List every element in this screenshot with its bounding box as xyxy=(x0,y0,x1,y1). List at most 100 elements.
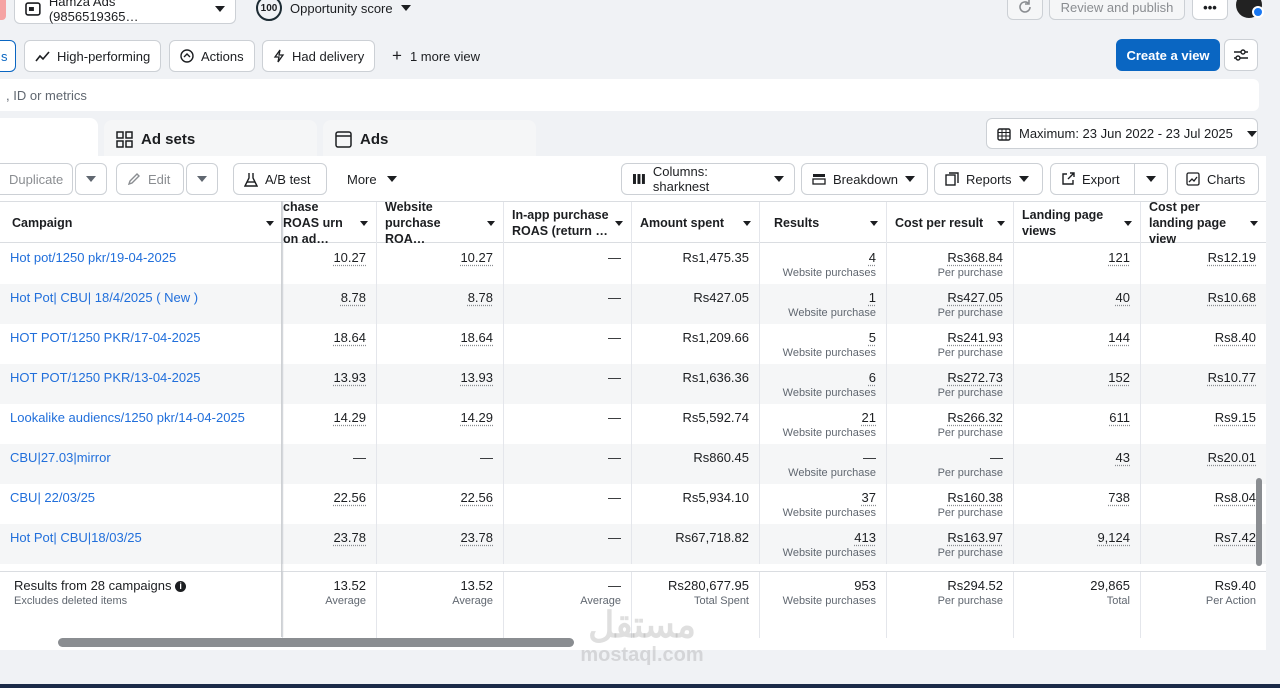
columns-icon xyxy=(632,174,645,184)
table-row[interactable]: CBU| 22/03/25 22.56 22.56 — Rs5,934.10 3… xyxy=(0,484,1266,524)
create-view-button[interactable]: Create a view xyxy=(1116,39,1220,71)
opportunity-score-button[interactable]: 100 Opportunity score xyxy=(256,0,411,21)
ab-test-button[interactable]: A/B test xyxy=(233,163,327,195)
vertical-scrollbar[interactable] xyxy=(1256,478,1262,566)
header-landing-page-views[interactable]: Landing page views xyxy=(1014,202,1141,244)
subtext: Website purchases xyxy=(782,507,876,519)
cell-cost-per-lpv: Rs20.01 xyxy=(1141,444,1266,484)
charts-button[interactable]: Charts xyxy=(1175,163,1259,195)
table-row[interactable]: HOT POT/1250 PKR/17-04-2025 18.64 18.64 … xyxy=(0,324,1266,364)
view-actions[interactable]: Actions xyxy=(169,40,255,72)
search-input[interactable]: , ID or metrics xyxy=(0,79,1259,111)
export-button[interactable]: Export xyxy=(1050,163,1135,195)
cell-website-roas: — xyxy=(377,444,504,484)
frozen-column-divider xyxy=(281,201,284,637)
review-and-publish-button[interactable]: Review and publish xyxy=(1049,0,1185,20)
table-row[interactable]: Hot pot/1250 pkr/19-04-2025 10.27 10.27 … xyxy=(0,244,1266,284)
header-label: In-app purchase ROAS (return … xyxy=(512,208,609,238)
cell-website-roas: 22.56 xyxy=(377,484,504,524)
value: Rs294.52 xyxy=(947,578,1003,593)
watermark-logo: مستقل mostaql.com xyxy=(562,606,722,667)
view-had-delivery[interactable]: Had delivery xyxy=(262,40,376,72)
header-campaign[interactable]: Campaign xyxy=(0,202,283,244)
campaign-name-link[interactable]: HOT POT/1250 PKR/13-04-2025 xyxy=(0,364,283,404)
tab-ads[interactable]: Ads xyxy=(323,120,536,158)
value: 953 xyxy=(854,578,876,593)
header-cost-per-lpv[interactable]: Cost per landing page view xyxy=(1141,200,1266,246)
cell-cost-per-result: Rs427.05 Per purchase xyxy=(887,284,1014,324)
tab-ad-sets[interactable]: Ad sets xyxy=(104,120,317,158)
cell-inapp-roas: — xyxy=(504,364,632,404)
cell-cost-per-lpv: Rs8.40 xyxy=(1141,324,1266,364)
value: 18.64 xyxy=(333,330,366,345)
value: 10.27 xyxy=(333,250,366,265)
table-row[interactable]: Hot Pot| CBU| 18/4/2025 ( New ) 8.78 8.7… xyxy=(0,284,1266,324)
reports-button[interactable]: Reports xyxy=(934,163,1043,195)
more-button[interactable]: More xyxy=(337,163,407,195)
edit-button[interactable]: Edit xyxy=(116,163,184,195)
header-inapp-roas[interactable]: In-app purchase ROAS (return … xyxy=(504,202,632,244)
value: Rs20.01 xyxy=(1207,450,1256,465)
table-row[interactable]: CBU|27.03|mirror — — — Rs860.45 — Website… xyxy=(0,444,1266,484)
campaign-name-link[interactable]: Lookalike audiencs/1250 pkr/14-04-2025 xyxy=(0,404,283,444)
view-settings-button[interactable] xyxy=(1224,39,1258,71)
header-amount-spent[interactable]: Amount spent xyxy=(632,202,760,244)
cell-website-roas: 18.64 xyxy=(377,324,504,364)
value: Rs10.77 xyxy=(1207,370,1256,385)
refresh-button[interactable] xyxy=(1007,0,1043,20)
campaign-name-link[interactable]: HOT POT/1250 PKR/17-04-2025 xyxy=(0,324,283,364)
header-website-roas[interactable]: Website purchase ROA… xyxy=(377,200,504,246)
view-tab-truncated[interactable]: s xyxy=(0,40,16,72)
campaign-name-link[interactable]: Hot Pot| CBU|18/03/25 xyxy=(0,524,283,564)
duplicate-button[interactable]: Duplicate xyxy=(0,163,73,195)
subtext: Per purchase xyxy=(937,387,1003,399)
more-views-button[interactable]: + 1 more view xyxy=(392,40,480,72)
value: Rs163.97 xyxy=(947,530,1003,545)
cell-results: 21 Website purchases xyxy=(760,404,887,444)
chevron-down-icon xyxy=(386,176,397,182)
value: 5 xyxy=(868,330,876,345)
campaign-name-link[interactable]: Hot pot/1250 pkr/19-04-2025 xyxy=(0,244,283,284)
table-row[interactable]: Hot Pot| CBU|18/03/25 23.78 23.78 — Rs67… xyxy=(0,524,1266,564)
cell-cost-per-lpv: Rs10.77 xyxy=(1141,364,1266,404)
value: 611 xyxy=(1109,410,1130,425)
header-cost-per-result[interactable]: Cost per result xyxy=(887,202,1014,244)
cell-landing-page-views: 121 xyxy=(1014,244,1141,284)
horizontal-scrollbar[interactable] xyxy=(58,638,574,647)
value: — xyxy=(480,450,493,465)
cell-inapp-roas: — xyxy=(504,284,632,324)
view-label: Actions xyxy=(201,48,244,64)
edit-dropdown-button[interactable] xyxy=(186,163,218,195)
campaign-name-link[interactable]: CBU| 22/03/25 xyxy=(0,484,283,524)
campaign-name-link[interactable]: CBU|27.03|mirror xyxy=(0,444,283,484)
header-results[interactable]: Results xyxy=(760,202,887,244)
columns-button[interactable]: Columns: sharknest xyxy=(621,163,795,195)
duplicate-dropdown-button[interactable] xyxy=(75,163,107,195)
cell-landing-page-views: 152 xyxy=(1014,364,1141,404)
refresh-icon xyxy=(1019,0,1031,13)
info-icon[interactable]: i xyxy=(175,581,187,593)
value: 29,865 xyxy=(1090,578,1130,593)
cell-purchase-roas: 23.78 xyxy=(283,524,377,564)
cell-results: 4 Website purchases xyxy=(760,244,887,284)
opportunity-score-badge: 100 xyxy=(256,0,282,21)
cell-website-roas: 14.29 xyxy=(377,404,504,444)
header-purchase-roas[interactable]: chase ROAS urn on ad… xyxy=(283,200,377,246)
view-high-performing[interactable]: High-performing xyxy=(24,40,162,72)
campaign-name-link[interactable]: Hot Pot| CBU| 18/4/2025 ( New ) xyxy=(0,284,283,324)
account-selector[interactable]: Hamza Ads (9856519365… xyxy=(14,0,236,24)
total-results: 953 Website purchases xyxy=(760,572,887,638)
breakdown-button[interactable]: Breakdown xyxy=(801,163,928,195)
more-options-button[interactable]: ••• xyxy=(1192,0,1228,20)
subtext: Per purchase xyxy=(937,347,1003,359)
subtext: Website purchases xyxy=(782,347,876,359)
export-dropdown-button[interactable] xyxy=(1134,163,1168,195)
total-website-roas: 13.52 Average xyxy=(377,572,504,638)
value: 18.64 xyxy=(460,330,493,345)
table-row[interactable]: HOT POT/1250 PKR/13-04-2025 13.93 13.93 … xyxy=(0,364,1266,404)
table-row[interactable]: Lookalike audiencs/1250 pkr/14-04-2025 1… xyxy=(0,404,1266,444)
subtext: Per purchase xyxy=(937,547,1003,559)
date-range-picker[interactable]: Maximum: 23 Jun 2022 - 23 Jul 2025 xyxy=(986,118,1258,149)
value: 22.56 xyxy=(333,490,366,505)
tab-campaigns[interactable] xyxy=(0,118,98,158)
